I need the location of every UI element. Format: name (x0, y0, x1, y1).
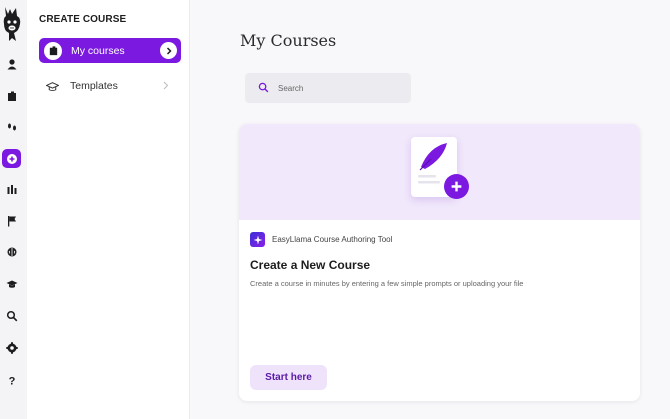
tool-name: EasyLlama Course Authoring Tool (272, 235, 393, 244)
sidebar-item-templates[interactable]: Templates (39, 76, 181, 96)
sidebar-item-label: Templates (70, 80, 118, 92)
plus-icon (444, 174, 469, 199)
settings-icon[interactable] (4, 340, 20, 356)
analytics-icon[interactable] (4, 181, 20, 197)
course-sidebar: CREATE COURSE My courses Templates (27, 0, 190, 419)
graduation-cap-icon (44, 78, 60, 94)
search-box[interactable] (245, 73, 411, 103)
graduation-cap-icon[interactable] (4, 276, 20, 292)
search-input[interactable] (278, 83, 398, 93)
llama-logo-icon[interactable] (0, 5, 24, 43)
search-icon[interactable] (4, 308, 20, 324)
flag-icon[interactable] (4, 213, 20, 229)
icon-rail: ? (0, 0, 27, 419)
create-course-card[interactable]: EasyLlama Course Authoring Tool Create a… (239, 124, 640, 401)
user-icon[interactable] (4, 56, 20, 72)
brain-icon[interactable] (4, 244, 20, 260)
search-icon (258, 82, 270, 94)
sidebar-item-my-courses[interactable]: My courses (39, 38, 181, 63)
sidebar-item-label: My courses (71, 44, 125, 57)
card-title: Create a New Course (250, 258, 371, 272)
tool-label-row: EasyLlama Course Authoring Tool (250, 232, 392, 247)
course-icon (44, 41, 62, 60)
start-here-button[interactable]: Start here (250, 365, 327, 390)
help-icon[interactable]: ? (4, 372, 20, 388)
sidebar-section-title: CREATE COURSE (39, 14, 127, 25)
footprints-icon[interactable] (4, 119, 20, 135)
page-title: My Courses (240, 31, 337, 50)
create-icon[interactable] (2, 149, 21, 168)
svg-text:?: ? (9, 376, 16, 387)
course-icon[interactable] (4, 88, 20, 104)
sparkle-icon (250, 232, 265, 247)
chevron-right-icon (160, 42, 177, 59)
chevron-right-icon (163, 77, 173, 95)
card-description: Create a course in minutes by entering a… (250, 279, 524, 288)
card-hero (239, 124, 640, 220)
